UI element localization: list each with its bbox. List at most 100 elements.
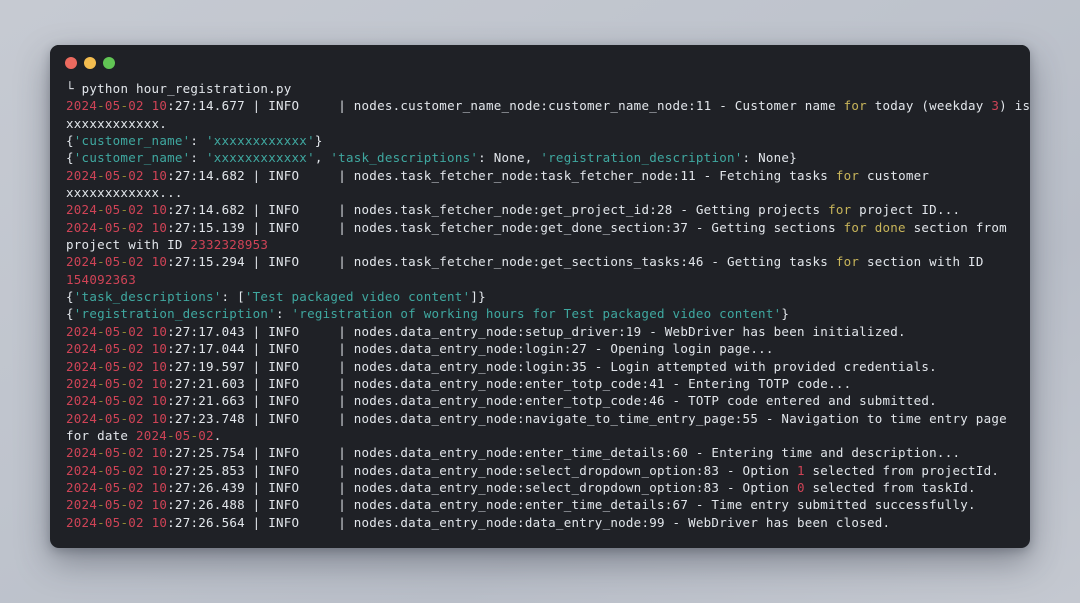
terminal-line: 2024-05-02 10:27:17.043 | INFO | nodes.d… — [66, 323, 1016, 340]
terminal-token: 2332328953 — [190, 237, 269, 253]
terminal-token: : [ — [221, 289, 245, 305]
terminal-token: for — [828, 202, 852, 218]
terminal-token: 02 — [128, 254, 144, 270]
terminal-line: 2024-05-02 10:27:17.044 | INFO | nodes.d… — [66, 340, 1016, 357]
terminal-token: customer — [859, 167, 930, 183]
terminal-token: 10 — [151, 254, 168, 270]
terminal-token: 'task_descriptions' — [73, 289, 222, 305]
terminal-line: xxxxxxxxxxxx... — [66, 184, 1016, 201]
terminal-line: for date 2024-05-02. — [66, 427, 1016, 444]
terminal-token: 'customer_name' — [73, 133, 191, 149]
terminal-line: 2024-05-02 10:27:15.294 | INFO | nodes.t… — [66, 253, 1016, 270]
terminal-token: 2024 — [66, 254, 98, 270]
terminal-token: { — [66, 289, 74, 305]
terminal-token: 10 — [151, 410, 168, 426]
terminal-line: 2024-05-02 10:27:14.682 | INFO | nodes.t… — [66, 201, 1016, 218]
terminal-token: 05 — [104, 202, 121, 218]
terminal-token: 2024 — [66, 323, 98, 339]
terminal-token: :27:23.748 | INFO | nodes.data_entry_nod… — [167, 410, 1007, 426]
terminal-token: :27:14.682 | INFO | nodes.task_fetcher_n… — [167, 167, 836, 183]
terminal-token: 05 — [174, 427, 191, 443]
terminal-token: for date — [66, 427, 136, 443]
terminal-token: 2024 — [66, 445, 98, 461]
terminal-token: 10 — [151, 445, 168, 461]
terminal-token: : — [275, 306, 292, 322]
terminal-token: 10 — [151, 393, 168, 409]
terminal-token: - — [97, 98, 105, 114]
terminal-line: 2024-05-02 10:27:23.748 | INFO | nodes.d… — [66, 410, 1016, 427]
terminal-line: 154092363 — [66, 271, 1016, 288]
terminal-token: 2024 — [135, 427, 168, 443]
terminal-token: :27:26.439 | INFO | nodes.data_entry_nod… — [167, 479, 797, 495]
terminal-token: :27:14.682 | INFO | nodes.task_fetcher_n… — [167, 202, 829, 218]
terminal-line: 2024-05-02 10:27:19.597 | INFO | nodes.d… — [66, 358, 1016, 375]
terminal-token: { — [66, 133, 74, 149]
terminal-token: - — [97, 323, 105, 339]
terminal-token: 10 — [151, 462, 168, 478]
terminal-token: project with ID — [66, 237, 191, 253]
terminal-token: └ — [66, 81, 82, 96]
minimize-window-button[interactable] — [84, 57, 96, 69]
terminal-token: - — [97, 341, 105, 357]
terminal-token: 10 — [151, 514, 168, 530]
terminal-token: 154092363 — [66, 271, 136, 287]
terminal-token: 05 — [104, 219, 121, 235]
terminal-token: xxxxxxxxxxxx. — [66, 115, 168, 131]
terminal-token: :27:25.754 | INFO | nodes.data_entry_nod… — [167, 445, 961, 461]
terminal-token: :27:21.663 | INFO | nodes.data_entry_nod… — [167, 393, 937, 409]
terminal-token: 'registration of working hours for Test … — [291, 306, 782, 322]
terminal-token: - — [97, 462, 105, 478]
terminal-token: 10 — [151, 219, 168, 235]
terminal-token: 02 — [128, 98, 144, 114]
terminal-line: 2024-05-02 10:27:14.677 | INFO | nodes.c… — [66, 97, 1030, 114]
terminal-token: 'registration_description' — [73, 306, 276, 322]
terminal-token: :27:19.597 | INFO | nodes.data_entry_nod… — [167, 358, 937, 374]
terminal-line: 2024-05-02 10:27:25.853 | INFO | nodes.d… — [66, 462, 1016, 479]
terminal-line: xxxxxxxxxxxx. — [66, 115, 1016, 132]
terminal-token: 2024 — [66, 497, 98, 513]
terminal-output[interactable]: └ python hour_registration.py 2024-05-02 … — [50, 80, 1030, 548]
terminal-token: :27:21.603 | INFO | nodes.data_entry_nod… — [167, 375, 852, 391]
close-window-button[interactable] — [65, 57, 77, 69]
terminal-token: 05 — [104, 514, 121, 530]
terminal-token: 10 — [151, 375, 168, 391]
terminal-token: 10 — [151, 323, 168, 339]
terminal-token: 05 — [104, 410, 121, 426]
terminal-token: { — [66, 306, 74, 322]
terminal-token: - — [97, 497, 105, 513]
terminal-token: 'customer_name' — [73, 150, 191, 166]
terminal-line: └ python hour_registration.py — [66, 80, 1016, 97]
terminal-token: selected from projectId. — [804, 462, 1000, 478]
terminal-token: 10 — [151, 341, 168, 357]
terminal-token: 'registration_description' — [540, 150, 743, 166]
maximize-window-button[interactable] — [103, 57, 115, 69]
terminal-token: :27:17.043 | INFO | nodes.data_entry_nod… — [167, 323, 906, 339]
terminal-token: 05 — [104, 341, 121, 357]
terminal-token: for — [843, 98, 867, 114]
terminal-token: 02 — [128, 167, 144, 183]
terminal-token: :27:26.488 | INFO | nodes.data_entry_nod… — [167, 497, 976, 513]
terminal-token: 10 — [151, 167, 168, 183]
terminal-line: 2024-05-02 10:27:26.564 | INFO | nodes.d… — [66, 514, 1016, 531]
terminal-token: 02 — [128, 445, 144, 461]
terminal-token: 05 — [104, 497, 121, 513]
terminal-token: 02 — [128, 497, 144, 513]
terminal-token: - — [97, 254, 105, 270]
terminal-line: 2024-05-02 10:27:25.754 | INFO | nodes.d… — [66, 444, 1016, 461]
terminal-token: - — [97, 479, 105, 495]
terminal-token: 3 — [991, 98, 1000, 114]
terminal-token: 05 — [104, 323, 121, 339]
terminal-token: 02 — [128, 323, 144, 339]
terminal-token: 05 — [104, 375, 121, 391]
terminal-titlebar[interactable] — [50, 45, 1030, 80]
terminal-token: 2024 — [66, 393, 98, 409]
terminal-token: 05 — [104, 167, 121, 183]
terminal-token: 2024 — [66, 375, 98, 391]
